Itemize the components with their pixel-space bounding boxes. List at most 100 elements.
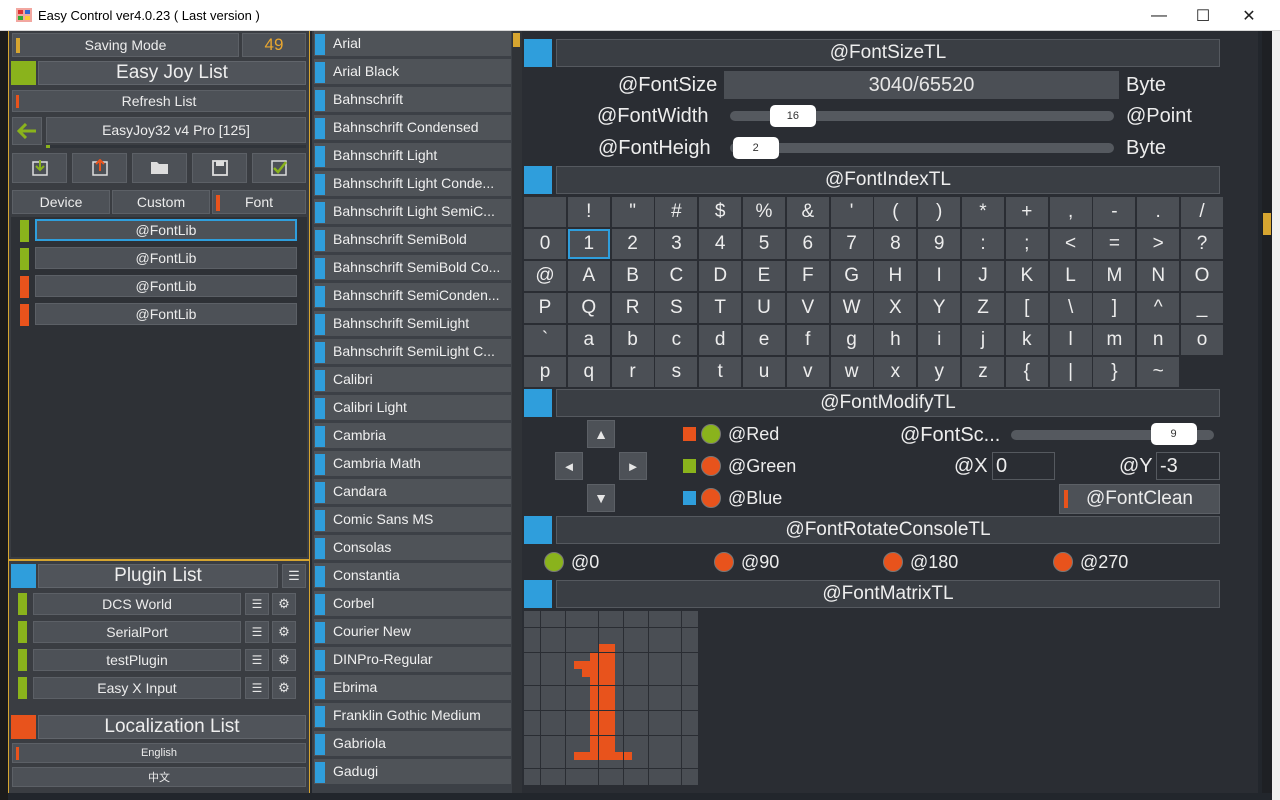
character-cell[interactable]: $: [699, 197, 742, 227]
matrix-pixel[interactable]: [548, 718, 557, 727]
matrix-pixel[interactable]: [665, 627, 674, 636]
matrix-pixel[interactable]: [548, 752, 557, 761]
matrix-pixel[interactable]: [540, 702, 549, 711]
matrix-pixel[interactable]: [548, 685, 557, 694]
matrix-pixel[interactable]: [656, 611, 665, 619]
matrix-pixel[interactable]: [565, 660, 574, 669]
font-height-slider[interactable]: [730, 143, 1114, 153]
matrix-pixel[interactable]: [590, 777, 599, 785]
character-cell[interactable]: Q: [567, 293, 610, 323]
matrix-pixel[interactable]: [532, 735, 541, 744]
matrix-pixel[interactable]: [540, 743, 549, 752]
matrix-pixel[interactable]: [598, 644, 607, 653]
matrix-pixel[interactable]: [615, 685, 624, 694]
matrix-pixel[interactable]: [623, 702, 632, 711]
matrix-pixel[interactable]: [681, 768, 690, 777]
matrix-pixel[interactable]: [590, 627, 599, 636]
matrix-pixel[interactable]: [598, 694, 607, 702]
font-list-item[interactable]: Candara: [314, 479, 511, 505]
character-cell[interactable]: r: [611, 357, 654, 387]
matrix-pixel[interactable]: [540, 694, 549, 702]
matrix-pixel[interactable]: [690, 710, 698, 719]
matrix-pixel[interactable]: [640, 677, 649, 686]
character-cell[interactable]: Y: [918, 293, 961, 323]
character-cell[interactable]: |: [1049, 357, 1092, 387]
matrix-pixel[interactable]: [648, 768, 657, 777]
character-cell[interactable]: ;: [1005, 229, 1048, 259]
matrix-pixel[interactable]: [532, 777, 541, 785]
import-button[interactable]: [12, 153, 67, 183]
matrix-pixel[interactable]: [681, 652, 690, 661]
matrix-pixel[interactable]: [681, 611, 690, 619]
plugin-list-button[interactable]: ☰: [245, 621, 269, 643]
matrix-pixel[interactable]: [557, 660, 566, 669]
matrix-pixel[interactable]: [598, 760, 607, 769]
matrix-pixel[interactable]: [615, 768, 624, 777]
character-cell[interactable]: d: [699, 325, 742, 355]
save-button[interactable]: [192, 153, 247, 183]
character-cell[interactable]: ,: [1049, 197, 1092, 227]
matrix-pixel[interactable]: [623, 669, 632, 678]
matrix-pixel[interactable]: [540, 677, 549, 686]
matrix-pixel[interactable]: [640, 627, 649, 636]
matrix-pixel[interactable]: [615, 760, 624, 769]
matrix-pixel[interactable]: [681, 718, 690, 727]
matrix-pixel[interactable]: [640, 718, 649, 727]
matrix-pixel[interactable]: [582, 702, 591, 711]
matrix-pixel[interactable]: [532, 660, 541, 669]
matrix-pixel[interactable]: [665, 611, 674, 619]
matrix-pixel[interactable]: [565, 669, 574, 678]
matrix-pixel[interactable]: [565, 652, 574, 661]
matrix-pixel[interactable]: [656, 702, 665, 711]
matrix-pixel[interactable]: [573, 677, 582, 686]
matrix-pixel[interactable]: [673, 677, 682, 686]
matrix-pixel[interactable]: [573, 644, 582, 653]
matrix-pixel[interactable]: [681, 702, 690, 711]
matrix-pixel[interactable]: [656, 760, 665, 769]
matrix-pixel[interactable]: [598, 669, 607, 678]
matrix-pixel[interactable]: [557, 611, 566, 619]
matrix-pixel[interactable]: [615, 694, 624, 702]
close-button[interactable]: ✕: [1226, 0, 1272, 31]
matrix-pixel[interactable]: [673, 727, 682, 736]
matrix-pixel[interactable]: [573, 718, 582, 727]
matrix-pixel[interactable]: [524, 760, 532, 769]
matrix-pixel[interactable]: [524, 660, 532, 669]
matrix-pixel[interactable]: [532, 619, 541, 628]
apply-button[interactable]: [252, 153, 306, 183]
matrix-pixel[interactable]: [631, 718, 640, 727]
matrix-pixel[interactable]: [557, 735, 566, 744]
matrix-pixel[interactable]: [557, 677, 566, 686]
matrix-pixel[interactable]: [557, 685, 566, 694]
matrix-pixel[interactable]: [665, 752, 674, 761]
matrix-pixel[interactable]: [573, 660, 582, 669]
matrix-pixel[interactable]: [623, 694, 632, 702]
character-cell[interactable]: J: [962, 261, 1004, 291]
matrix-pixel[interactable]: [673, 735, 682, 744]
matrix-pixel[interactable]: [640, 760, 649, 769]
character-cell[interactable]: T: [699, 293, 742, 323]
character-cell[interactable]: k: [1005, 325, 1048, 355]
export-button[interactable]: [72, 153, 127, 183]
matrix-pixel[interactable]: [548, 644, 557, 653]
matrix-pixel[interactable]: [607, 752, 615, 761]
matrix-pixel[interactable]: [665, 677, 674, 686]
character-cell[interactable]: X: [874, 293, 917, 323]
character-cell[interactable]: W: [830, 293, 873, 323]
matrix-pixel[interactable]: [631, 777, 640, 785]
matrix-pixel[interactable]: [656, 718, 665, 727]
matrix-pixel[interactable]: [615, 743, 624, 752]
matrix-pixel[interactable]: [665, 735, 674, 744]
matrix-pixel[interactable]: [640, 635, 649, 644]
matrix-pixel[interactable]: [656, 694, 665, 702]
move-right-button[interactable]: ►: [619, 452, 647, 480]
matrix-pixel[interactable]: [681, 627, 690, 636]
matrix-pixel[interactable]: [590, 743, 599, 752]
matrix-pixel[interactable]: [548, 652, 557, 661]
matrix-pixel[interactable]: [607, 777, 615, 785]
matrix-pixel[interactable]: [656, 677, 665, 686]
matrix-pixel[interactable]: [615, 669, 624, 678]
matrix-pixel[interactable]: [690, 627, 698, 636]
character-cell[interactable]: j: [962, 325, 1004, 355]
matrix-pixel[interactable]: [631, 669, 640, 678]
